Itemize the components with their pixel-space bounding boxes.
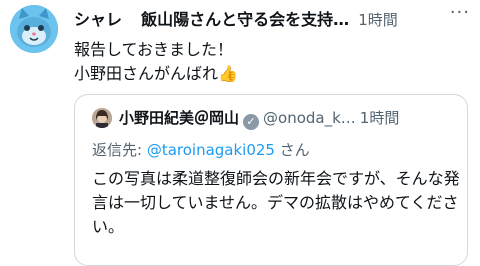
tweet-header: シャレ 飯山陽さんと守る会を支持… 1時間 bbox=[74, 6, 460, 30]
reply-mention-link[interactable]: @taroinagaki025 bbox=[147, 141, 275, 159]
reply-prefix: 返信先: bbox=[92, 141, 147, 159]
verified-badge-icon: ✓ bbox=[243, 114, 260, 130]
user-avatar[interactable] bbox=[10, 5, 58, 53]
quoted-tweet-card[interactable]: 小野田紀美＠岡山 ✓ @onoda_k… 1時間 返信先: @taroinagaki0… bbox=[74, 94, 468, 266]
tweet-text-line: 小野田さんがんばれ👍 bbox=[74, 62, 238, 86]
thumbs-up-emoji: 👍 bbox=[218, 64, 238, 83]
group-name[interactable]: 飯山陽さんと守る会を支持… bbox=[141, 6, 349, 30]
quoted-timestamp[interactable]: 1時間 bbox=[360, 109, 400, 127]
tweet-text-segment: 小野田さんがんばれ bbox=[74, 64, 219, 83]
display-name[interactable]: シャレ bbox=[74, 6, 122, 30]
timestamp[interactable]: 1時間 bbox=[358, 9, 398, 30]
reply-suffix: さん bbox=[274, 141, 310, 159]
reply-context: 返信先: @taroinagaki025 さん bbox=[92, 139, 310, 160]
quoted-tweet-text: この写真は柔道整復師会の新年会ですが、そんな発言は一切していません。デマの拡散は… bbox=[92, 169, 460, 236]
quoted-header: 小野田紀美＠岡山 ✓ @onoda_k… 1時間 bbox=[119, 107, 455, 130]
tweet-body: 報告しておきました！ 小野田さんがんばれ👍 bbox=[74, 38, 238, 86]
tweet-text-line: 報告しておきました！ bbox=[74, 40, 234, 59]
quoted-avatar[interactable] bbox=[92, 108, 112, 128]
quoted-display-name[interactable]: 小野田紀美＠岡山 bbox=[119, 109, 239, 127]
more-options-icon[interactable]: ··· bbox=[450, 2, 470, 23]
quoted-handle[interactable]: @onoda_k… bbox=[263, 109, 356, 127]
